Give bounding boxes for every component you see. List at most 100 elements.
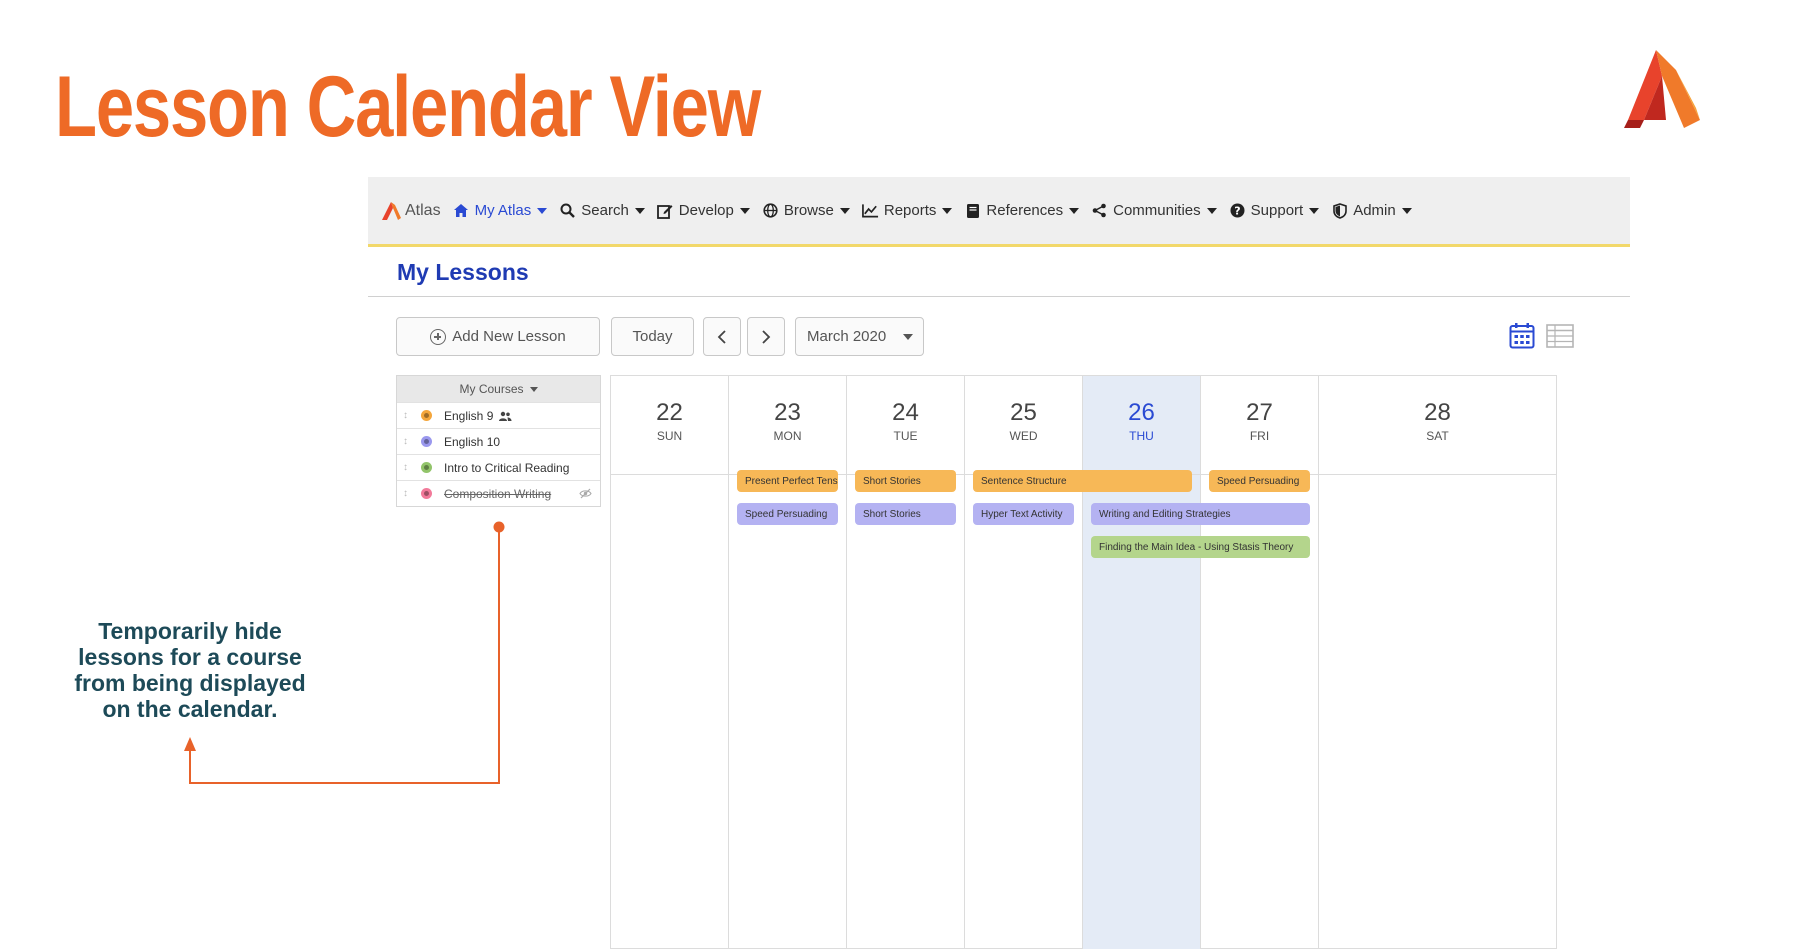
day-number: 24 (892, 399, 919, 426)
month-select[interactable]: March 2020 (795, 317, 924, 356)
day-column-sat[interactable]: 28 SAT (1319, 376, 1556, 949)
atlas-app: Atlas My Atlas Search Develop Browse Rep… (368, 177, 1630, 949)
nav-support[interactable]: ? Support (1229, 202, 1320, 219)
home-icon (453, 202, 470, 219)
lesson-event[interactable]: Short Stories (855, 503, 956, 525)
nav-search[interactable]: Search (559, 202, 645, 219)
day-name: SUN (656, 429, 683, 443)
course-color-dot (421, 462, 432, 473)
course-row[interactable]: ↕ English 10 (397, 428, 600, 454)
globe-icon (762, 202, 779, 219)
atlas-logo-icon (1624, 50, 1700, 128)
day-name: THU (1129, 429, 1154, 443)
lesson-event[interactable]: Sentence Structure (973, 470, 1192, 492)
lesson-event[interactable]: Present Perfect Tense (737, 470, 838, 492)
day-name: FRI (1249, 429, 1270, 443)
shield-icon (1331, 202, 1348, 219)
nav-reports[interactable]: Reports (861, 202, 953, 219)
nav-label: Search (581, 202, 629, 219)
day-number: 26 (1128, 399, 1155, 426)
day-number: 23 (774, 399, 801, 426)
nav-label: Develop (678, 202, 734, 219)
day-name: WED (1009, 429, 1038, 443)
nav-admin[interactable]: Admin (1331, 202, 1412, 219)
annotation-text: Temporarily hide lessons for a course fr… (74, 618, 306, 722)
chart-icon (861, 202, 879, 219)
eye-slash-icon[interactable] (579, 488, 592, 499)
my-courses-label: My Courses (459, 382, 524, 396)
lesson-event[interactable]: Speed Persuading (737, 503, 838, 525)
nav-label: Support (1250, 202, 1304, 219)
shared-users-icon (499, 411, 512, 421)
add-new-lesson-label: Add New Lesson (452, 328, 566, 345)
lesson-event[interactable]: Writing and Editing Strategies (1091, 503, 1310, 525)
calendar-view-icon[interactable] (1509, 322, 1535, 349)
chevron-down-icon (739, 207, 750, 214)
chevron-left-icon (717, 329, 726, 344)
chevron-down-icon (1401, 207, 1412, 214)
day-column-fri[interactable]: 27 FRI (1201, 376, 1319, 949)
brand-home-link[interactable]: Atlas (380, 201, 441, 221)
chevron-down-icon (942, 207, 953, 214)
chevron-down-icon (537, 207, 548, 214)
day-column-sun[interactable]: 22 SUN (611, 376, 729, 949)
day-number: 25 (1010, 399, 1037, 426)
day-column-tue[interactable]: 24 TUE (847, 376, 965, 949)
nav-label: Browse (783, 202, 834, 219)
today-label: Today (632, 328, 673, 345)
drag-handle-icon[interactable]: ↕ (403, 488, 415, 499)
month-select-value: March 2020 (807, 328, 887, 345)
brand-name: Atlas (405, 201, 441, 219)
course-name: Intro to Critical Reading (444, 460, 570, 475)
chevron-down-icon (903, 334, 913, 340)
nav-references[interactable]: References (964, 202, 1080, 219)
next-week-button[interactable] (747, 317, 785, 356)
day-column-thu[interactable]: 26 THU (1083, 376, 1201, 949)
share-icon (1091, 202, 1108, 219)
my-courses-dropdown[interactable]: My Courses (397, 376, 600, 402)
day-column-mon[interactable]: 23 MON (729, 376, 847, 949)
course-row[interactable]: ↕ Intro to Critical Reading (397, 454, 600, 480)
drag-handle-icon[interactable]: ↕ (403, 462, 415, 473)
day-number: 28 (1424, 399, 1451, 426)
lesson-event[interactable]: Hyper Text Activity (973, 503, 1074, 525)
drag-handle-icon[interactable]: ↕ (403, 410, 415, 421)
my-courses-panel: My Courses ↕ English 9 ↕ English 10 ↕ Intro t… (396, 375, 601, 507)
add-new-lesson-button[interactable]: Add New Lesson (396, 317, 600, 356)
help-icon: ? (1229, 202, 1246, 219)
search-icon (559, 202, 576, 219)
day-name: TUE (893, 429, 918, 443)
week-calendar: 28 SAT 27 FRI 26 THU 25 WED 24 TUE 23 MON 22 SUN Pres… (610, 375, 1557, 949)
course-row[interactable]: ↕ English 9 (397, 402, 600, 428)
day-number: 27 (1246, 399, 1273, 426)
nav-label: References (986, 202, 1064, 219)
lesson-event[interactable]: Finding the Main Idea - Using Stasis The… (1091, 536, 1310, 558)
plus-circle-icon (430, 328, 447, 345)
chevron-down-icon (1069, 207, 1080, 214)
chevron-down-icon (529, 386, 538, 392)
previous-week-button[interactable] (703, 317, 741, 356)
nav-label: Communities (1113, 202, 1201, 219)
drag-handle-icon[interactable]: ↕ (403, 436, 415, 447)
divider (368, 296, 1630, 297)
course-name: Composition Writing (444, 486, 552, 501)
lesson-event[interactable]: Speed Persuading (1209, 470, 1310, 492)
chevron-right-icon (762, 329, 771, 344)
book-icon (964, 202, 981, 219)
day-name: MON (773, 429, 802, 443)
day-column-wed[interactable]: 25 WED (965, 376, 1083, 949)
today-button[interactable]: Today (611, 317, 694, 356)
course-color-dot (421, 410, 432, 421)
nav-develop[interactable]: Develop (657, 202, 750, 219)
chevron-down-icon (1206, 207, 1217, 214)
nav-browse[interactable]: Browse (762, 202, 850, 219)
lesson-event[interactable]: Short Stories (855, 470, 956, 492)
table-view-icon[interactable] (1546, 324, 1574, 348)
edit-icon (657, 202, 674, 219)
chevron-down-icon (839, 207, 850, 214)
svg-text:?: ? (1234, 205, 1240, 218)
atlas-brand-icon (382, 201, 401, 220)
nav-communities[interactable]: Communities (1091, 202, 1217, 219)
course-row[interactable]: ↕ Composition Writing (397, 480, 600, 506)
nav-my-atlas[interactable]: My Atlas (453, 202, 548, 219)
